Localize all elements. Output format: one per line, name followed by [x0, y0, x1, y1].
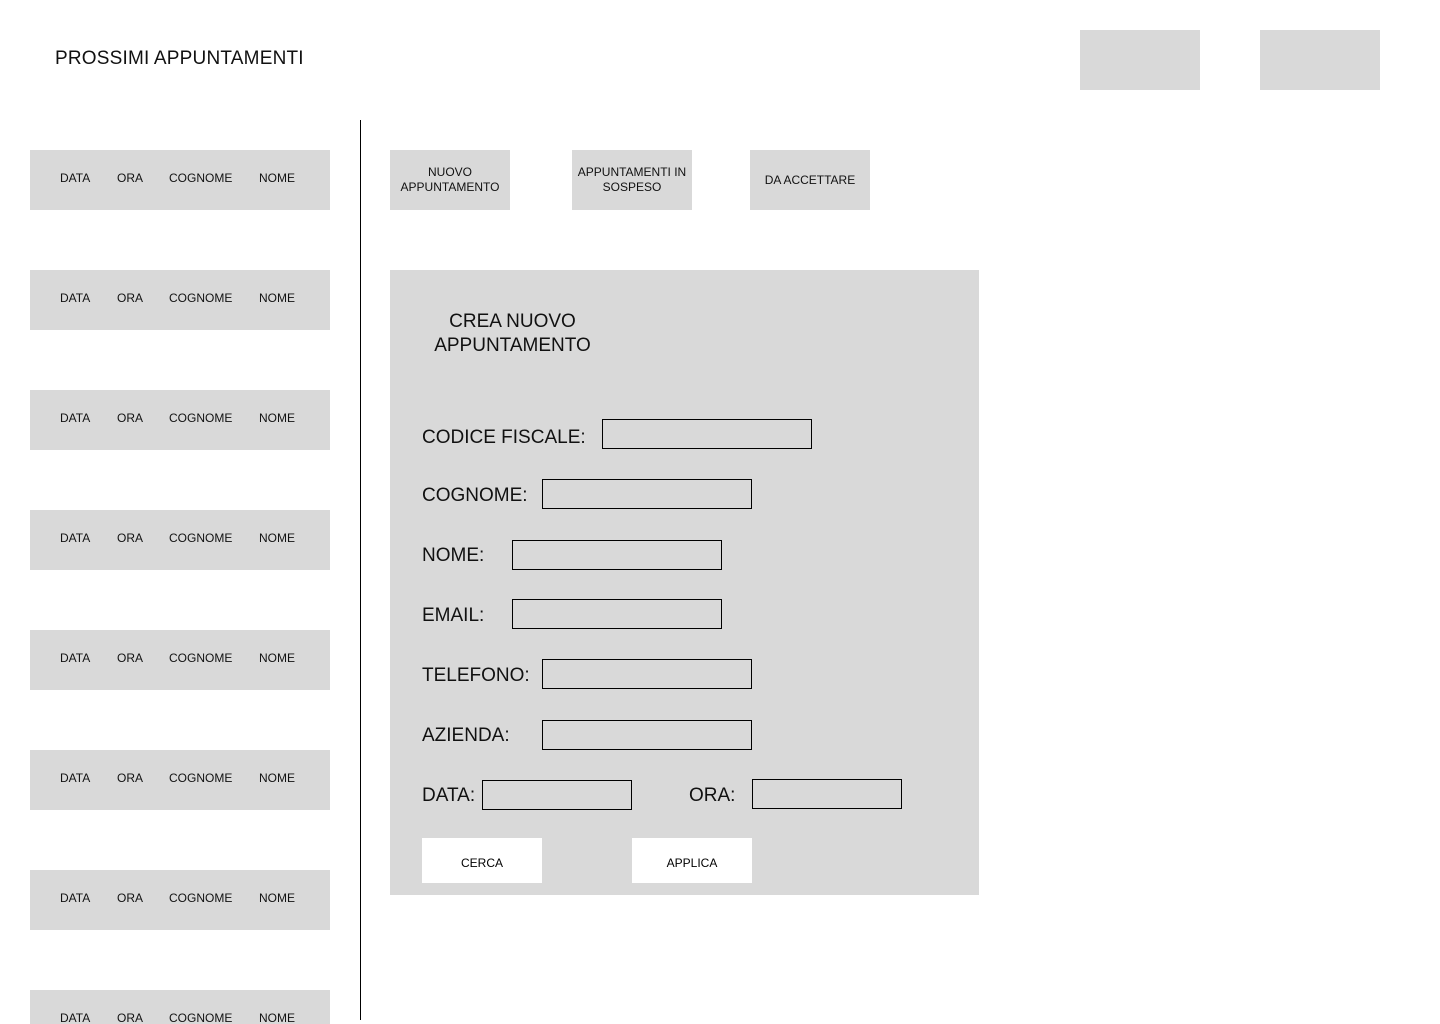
apply-button[interactable]: APPLICA — [632, 838, 752, 883]
appointment-time: ORA — [117, 651, 144, 665]
appointment-row[interactable]: DATA ORA COGNOME NOME — [30, 150, 330, 210]
data-input[interactable] — [482, 780, 632, 810]
header-button-2[interactable] — [1260, 30, 1380, 90]
search-button[interactable]: CERCA — [422, 838, 542, 883]
appointment-date: DATA — [60, 171, 91, 185]
appointment-time: ORA — [117, 291, 144, 305]
appointment-date: DATA — [60, 651, 91, 665]
nome-input[interactable] — [512, 540, 722, 570]
appointment-surname: COGNOME — [169, 891, 233, 905]
appointment-surname: COGNOME — [169, 531, 233, 545]
appointment-time: ORA — [117, 1011, 144, 1024]
page-title: PROSSIMI APPUNTAMENTI — [55, 48, 304, 69]
appointment-name: NOME — [259, 1011, 295, 1024]
tab-to-accept[interactable]: DA ACCETTARE — [750, 150, 870, 210]
appointment-date: DATA — [60, 1011, 91, 1024]
appointment-date: DATA — [60, 531, 91, 545]
appointment-time: ORA — [117, 771, 144, 785]
appointment-row[interactable]: DATA ORA COGNOME NOME — [30, 750, 330, 810]
appointment-surname: COGNOME — [169, 411, 233, 425]
codice-fiscale-label: CODICE FISCALE: — [422, 427, 586, 448]
codice-fiscale-input[interactable] — [602, 419, 812, 449]
nome-label: NOME: — [422, 545, 485, 566]
email-label: EMAIL: — [422, 605, 485, 626]
vertical-divider — [360, 120, 361, 1020]
cognome-label: COGNOME: — [422, 485, 528, 506]
appointment-surname: COGNOME — [169, 1011, 233, 1024]
appointment-date: DATA — [60, 411, 91, 425]
appointment-name: NOME — [259, 891, 295, 905]
appointment-row[interactable]: DATA ORA COGNOME NOME — [30, 870, 330, 930]
header-button-1[interactable] — [1080, 30, 1200, 90]
appointment-date: DATA — [60, 771, 91, 785]
appointment-time: ORA — [117, 531, 144, 545]
tab-pending-appointments-label: APPUNTAMENTI IN SOSPESO — [577, 165, 687, 194]
telefono-label: TELEFONO: — [422, 665, 530, 686]
appointment-surname: COGNOME — [169, 171, 233, 185]
cognome-input[interactable] — [542, 479, 752, 509]
appointment-row[interactable]: DATA ORA COGNOME NOME — [30, 630, 330, 690]
new-appointment-form: CREA NUOVO APPUNTAMENTO CODICE FISCALE: … — [390, 270, 979, 895]
page: PROSSIMI APPUNTAMENTI DATA ORA COGNOME N… — [0, 0, 1440, 1024]
appointment-time: ORA — [117, 891, 144, 905]
appointment-date: DATA — [60, 891, 91, 905]
tab-new-appointment[interactable]: NUOVO APPUNTAMENTO — [390, 150, 510, 210]
appointment-time: ORA — [117, 171, 144, 185]
appointment-row[interactable]: DATA ORA COGNOME NOME — [30, 990, 330, 1024]
data-label: DATA: — [422, 785, 476, 806]
telefono-input[interactable] — [542, 659, 752, 689]
appointment-name: NOME — [259, 771, 295, 785]
ora-label: ORA: — [689, 785, 736, 806]
tab-new-appointment-label: NUOVO APPUNTAMENTO — [400, 165, 500, 194]
appointment-name: NOME — [259, 651, 295, 665]
tab-to-accept-label: DA ACCETTARE — [764, 172, 856, 187]
appointment-name: NOME — [259, 411, 295, 425]
appointment-surname: COGNOME — [169, 651, 233, 665]
email-input[interactable] — [512, 599, 722, 629]
azienda-label: AZIENDA: — [422, 725, 510, 746]
appointment-surname: COGNOME — [169, 291, 233, 305]
appointment-row[interactable]: DATA ORA COGNOME NOME — [30, 270, 330, 330]
appointment-list: DATA ORA COGNOME NOME DATA ORA COGNOME N… — [30, 150, 330, 1024]
appointment-name: NOME — [259, 291, 295, 305]
apply-button-label: APPLICA — [666, 855, 718, 870]
ora-input[interactable] — [752, 779, 902, 809]
form-title: CREA NUOVO APPUNTAMENTO — [434, 311, 591, 356]
appointment-surname: COGNOME — [169, 771, 233, 785]
appointment-name: NOME — [259, 531, 295, 545]
appointment-date: DATA — [60, 291, 91, 305]
tab-pending-appointments[interactable]: APPUNTAMENTI IN SOSPESO — [572, 150, 692, 210]
appointment-row[interactable]: DATA ORA COGNOME NOME — [30, 510, 330, 570]
search-button-label: CERCA — [460, 855, 503, 870]
azienda-input[interactable] — [542, 720, 752, 750]
appointment-row[interactable]: DATA ORA COGNOME NOME — [30, 390, 330, 450]
appointment-name: NOME — [259, 171, 295, 185]
appointment-time: ORA — [117, 411, 144, 425]
